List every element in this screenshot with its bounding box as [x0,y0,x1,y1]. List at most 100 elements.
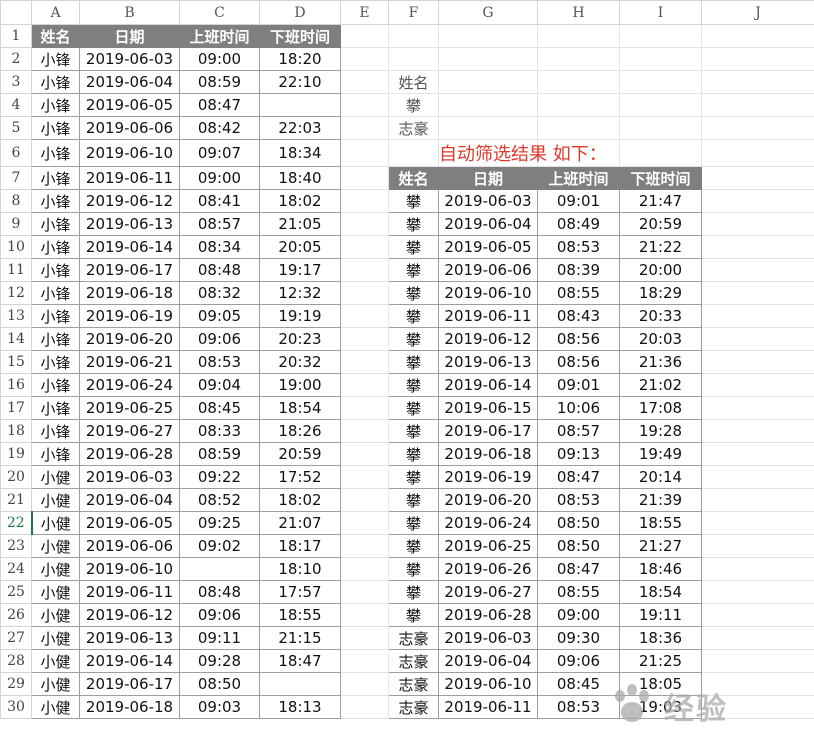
result-cell-date[interactable]: 2019-06-03 [438,626,538,650]
result-cell-end[interactable]: 21:02 [619,373,702,397]
empty-cell[interactable] [701,534,814,558]
empty-cell[interactable] [340,166,389,190]
result-cell-start[interactable]: 08:43 [537,304,620,328]
source-cell-end[interactable]: 18:17 [259,534,341,558]
source-cell-date[interactable]: 2019-06-18 [79,281,180,305]
result-cell-date[interactable]: 2019-06-12 [438,327,538,351]
row-header[interactable]: 25 [0,580,32,604]
row-header[interactable]: 16 [0,373,32,397]
result-cell-date[interactable]: 2019-06-06 [438,258,538,282]
row-header[interactable]: 4 [0,93,32,117]
source-cell-date[interactable]: 2019-06-06 [79,116,180,140]
source-cell-name[interactable]: 小健 [31,511,80,535]
source-cell-name[interactable]: 小锋 [31,281,80,305]
source-cell-end[interactable]: 18:02 [259,189,341,213]
empty-cell[interactable] [340,442,389,466]
result-cell-start[interactable]: 08:50 [537,534,620,558]
empty-cell[interactable] [340,70,389,94]
empty-cell[interactable] [537,47,620,71]
result-cell-end[interactable]: 20:03 [619,327,702,351]
row-header[interactable]: 7 [0,166,32,190]
column-header-d[interactable]: D [259,0,341,25]
result-cell-end[interactable]: 18:46 [619,557,702,581]
row-header[interactable]: 22 [0,511,33,535]
source-cell-start[interactable]: 09:28 [179,649,260,673]
empty-cell[interactable] [340,139,389,167]
source-cell-date[interactable]: 2019-06-25 [79,396,180,420]
result-cell-name[interactable]: 攀 [388,281,439,305]
source-header-cell[interactable]: 日期 [79,24,180,48]
result-cell-start[interactable]: 08:53 [537,488,620,512]
row-header[interactable]: 6 [0,139,32,167]
empty-cell[interactable] [340,93,389,117]
empty-cell[interactable] [701,350,814,374]
empty-cell[interactable] [340,419,389,443]
empty-cell[interactable] [701,212,814,236]
source-cell-name[interactable]: 小锋 [31,327,80,351]
source-cell-start[interactable]: 09:22 [179,465,260,489]
source-cell-name[interactable]: 小健 [31,534,80,558]
source-cell-start[interactable]: 08:52 [179,488,260,512]
source-cell-date[interactable]: 2019-06-05 [79,511,180,535]
source-cell-start[interactable]: 08:33 [179,419,260,443]
source-cell-date[interactable]: 2019-06-20 [79,327,180,351]
empty-cell[interactable] [438,116,538,140]
result-cell-date[interactable]: 2019-06-05 [438,235,538,259]
empty-cell[interactable] [340,465,389,489]
empty-cell[interactable] [438,47,538,71]
empty-cell[interactable] [701,258,814,282]
source-cell-name[interactable]: 小锋 [31,258,80,282]
empty-cell[interactable] [701,396,814,420]
source-cell-end[interactable]: 19:17 [259,258,341,282]
source-cell-start[interactable]: 08:48 [179,580,260,604]
empty-cell[interactable] [340,534,389,558]
empty-cell[interactable] [537,93,620,117]
empty-cell[interactable] [701,235,814,259]
source-cell-name[interactable]: 小锋 [31,139,80,167]
result-cell-start[interactable]: 09:13 [537,442,620,466]
result-cell-date[interactable]: 2019-06-11 [438,304,538,328]
empty-cell[interactable] [701,24,814,48]
result-cell-start[interactable]: 08:55 [537,281,620,305]
source-cell-date[interactable]: 2019-06-13 [79,626,180,650]
result-cell-date[interactable]: 2019-06-20 [438,488,538,512]
result-cell-start[interactable]: 08:53 [537,235,620,259]
column-header-b[interactable]: B [79,0,180,25]
source-cell-end[interactable] [259,672,341,696]
source-cell-start[interactable]: 09:05 [179,304,260,328]
source-cell-start[interactable]: 08:42 [179,116,260,140]
row-header[interactable]: 17 [0,396,32,420]
result-cell-name[interactable]: 志豪 [388,649,439,673]
empty-cell[interactable] [701,70,814,94]
empty-cell[interactable] [340,511,389,535]
empty-cell[interactable] [619,116,702,140]
source-cell-date[interactable]: 2019-06-04 [79,70,180,94]
source-cell-date[interactable]: 2019-06-21 [79,350,180,374]
result-cell-start[interactable]: 09:01 [537,189,620,213]
source-header-cell[interactable]: 上班时间 [179,24,260,48]
empty-cell[interactable] [701,442,814,466]
result-cell-name[interactable]: 攀 [388,488,439,512]
source-cell-date[interactable]: 2019-06-19 [79,304,180,328]
row-header[interactable]: 29 [0,672,32,696]
result-cell-start[interactable]: 09:01 [537,373,620,397]
source-cell-start[interactable]: 09:02 [179,534,260,558]
source-cell-start[interactable]: 09:04 [179,373,260,397]
column-header-c[interactable]: C [179,0,260,25]
empty-cell[interactable] [438,24,538,48]
source-cell-name[interactable]: 小健 [31,626,80,650]
source-cell-name[interactable]: 小锋 [31,442,80,466]
result-cell-end[interactable]: 18:55 [619,511,702,535]
source-cell-start[interactable]: 08:47 [179,93,260,117]
row-header[interactable]: 19 [0,442,32,466]
result-cell-name[interactable]: 志豪 [388,695,439,719]
empty-cell[interactable] [701,488,814,512]
empty-cell[interactable] [340,695,389,719]
column-header-f[interactable]: F [388,0,439,25]
result-cell-start[interactable]: 08:57 [537,419,620,443]
source-cell-date[interactable]: 2019-06-18 [79,695,180,719]
empty-cell[interactable] [340,396,389,420]
empty-cell[interactable] [340,281,389,305]
empty-cell[interactable] [701,304,814,328]
empty-cell[interactable] [438,70,538,94]
